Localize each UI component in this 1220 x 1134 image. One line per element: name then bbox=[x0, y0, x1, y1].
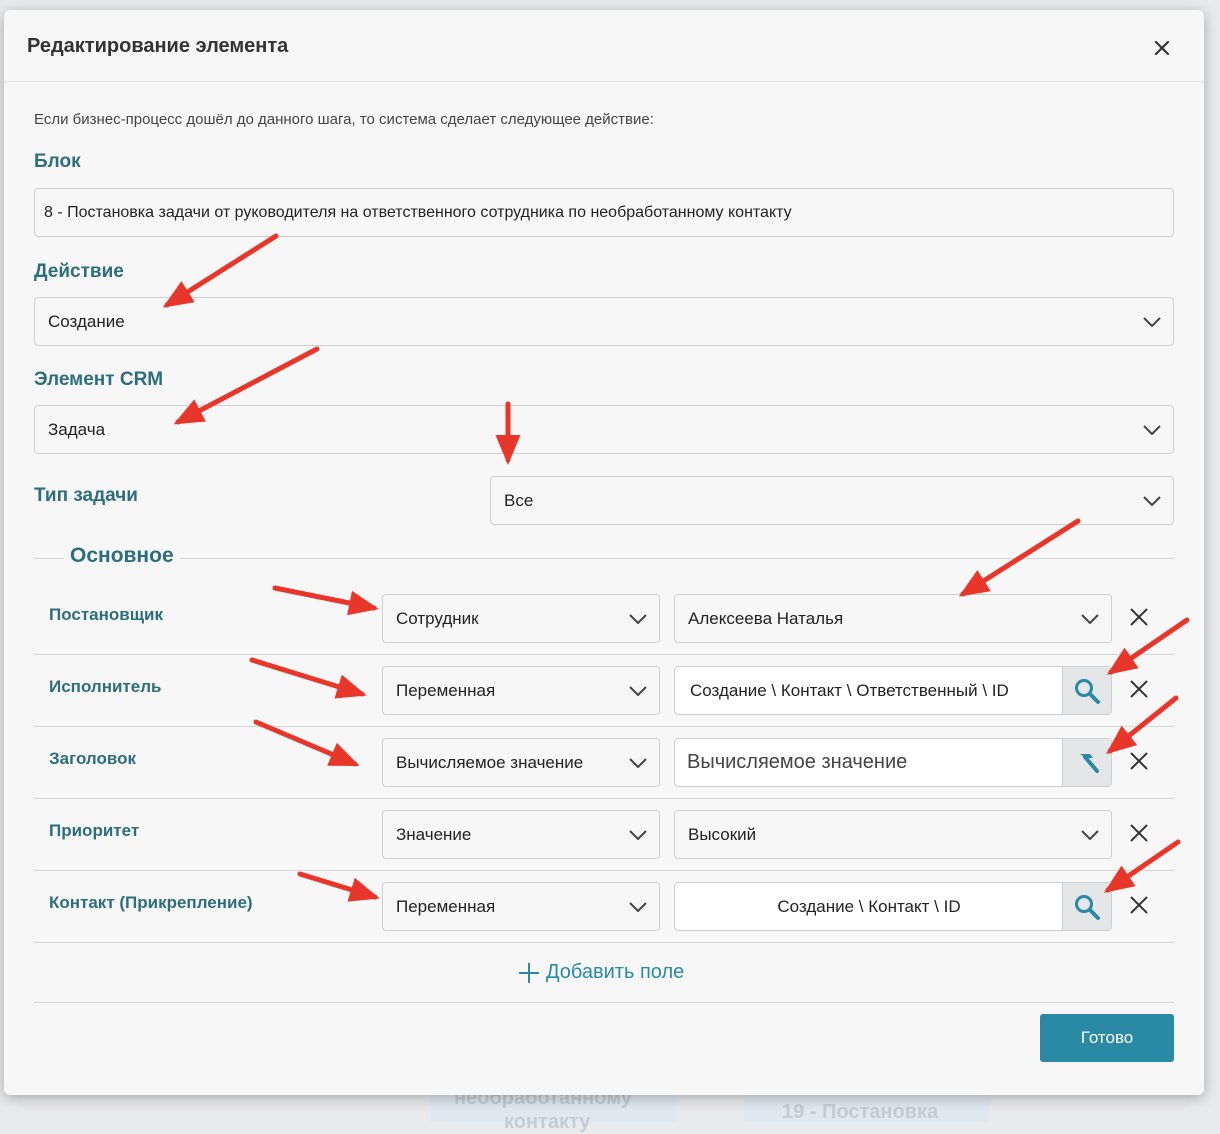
chevron-down-icon bbox=[629, 685, 647, 696]
title-type-select[interactable]: Вычисляемое значение bbox=[382, 738, 660, 787]
close-icon bbox=[1130, 608, 1148, 626]
task-type-value: Все bbox=[504, 490, 534, 510]
section-title: Основное bbox=[64, 544, 180, 568]
chevron-down-icon bbox=[629, 757, 647, 768]
assignee-search-button[interactable] bbox=[1062, 667, 1111, 714]
row-divider bbox=[34, 870, 1174, 871]
action-value: Создание bbox=[48, 311, 125, 331]
block-label: Блок bbox=[34, 151, 81, 172]
close-icon bbox=[1154, 40, 1170, 56]
delete-row-assignee-button[interactable] bbox=[1129, 679, 1149, 699]
add-field-label: Добавить поле bbox=[546, 961, 685, 983]
contact-value: Создание \ Контакт \ ID bbox=[777, 896, 961, 916]
row-label-assignee: Исполнитель bbox=[49, 677, 162, 696]
delete-row-creator-button[interactable] bbox=[1129, 607, 1149, 627]
title-formula-button[interactable] bbox=[1062, 739, 1111, 786]
dialog-header: Редактирование элемента bbox=[4, 10, 1204, 82]
chevron-down-icon bbox=[1143, 495, 1161, 506]
hammer-icon bbox=[1080, 753, 1099, 773]
title-value-field[interactable]: Вычисляемое значение bbox=[674, 738, 1112, 787]
row-divider bbox=[34, 942, 1174, 943]
delete-row-priority-button[interactable] bbox=[1129, 823, 1149, 843]
search-icon bbox=[1075, 894, 1100, 920]
creator-type-select[interactable]: Сотрудник bbox=[382, 594, 660, 643]
creator-type-value: Сотрудник bbox=[396, 608, 479, 628]
title-value: Вычисляемое значение bbox=[687, 751, 908, 773]
row-label-creator: Постановщик bbox=[49, 605, 164, 624]
assignee-type-select[interactable]: Переменная bbox=[382, 666, 660, 715]
dialog-title: Редактирование элемента bbox=[27, 35, 289, 57]
creator-value: Алексеева Наталья bbox=[688, 608, 844, 628]
done-button[interactable]: Готово bbox=[1040, 1014, 1174, 1062]
action-label: Действие bbox=[34, 261, 124, 282]
chevron-down-icon bbox=[1143, 316, 1161, 327]
edit-element-dialog: Редактирование элемента Если бизнес-проц… bbox=[4, 10, 1204, 1095]
priority-type-select[interactable]: Значение bbox=[382, 810, 660, 859]
chevron-down-icon bbox=[629, 901, 647, 912]
task-type-label: Тип задачи bbox=[34, 485, 138, 506]
chevron-down-icon bbox=[629, 829, 647, 840]
creator-value-select[interactable]: Алексеева Наталья bbox=[674, 594, 1112, 643]
search-icon bbox=[1075, 678, 1100, 704]
assignee-type-value: Переменная bbox=[396, 680, 496, 700]
assignee-value: Создание \ Контакт \ Ответственный \ ID bbox=[690, 680, 1009, 700]
close-icon bbox=[1130, 824, 1148, 842]
crm-element-value: Задача bbox=[48, 419, 106, 439]
background-card-2-line1: 19 - Постановка bbox=[782, 1101, 939, 1123]
chevron-down-icon bbox=[1143, 424, 1161, 435]
priority-value-select[interactable]: Высокий bbox=[674, 810, 1112, 859]
intro-text: Если бизнес-процесс дошёл до данного шаг… bbox=[34, 111, 654, 128]
close-icon bbox=[1130, 680, 1148, 698]
add-field-button[interactable]: Добавить поле bbox=[518, 961, 684, 984]
action-select[interactable]: Создание bbox=[34, 297, 1174, 346]
row-label-priority: Приоритет bbox=[49, 821, 140, 840]
row-divider bbox=[34, 726, 1174, 727]
contact-search-button[interactable] bbox=[1062, 883, 1111, 930]
delete-row-title-button[interactable] bbox=[1129, 751, 1149, 771]
assignee-value-field[interactable]: Создание \ Контакт \ Ответственный \ ID bbox=[674, 666, 1112, 715]
row-divider bbox=[34, 654, 1174, 655]
title-type-value: Вычисляемое значение bbox=[396, 752, 584, 772]
footer-divider bbox=[34, 1002, 1174, 1003]
contact-value-field[interactable]: Создание \ Контакт \ ID bbox=[674, 882, 1112, 931]
priority-type-value: Значение bbox=[396, 824, 472, 844]
plus-icon bbox=[519, 962, 539, 983]
crm-element-select[interactable]: Задача bbox=[34, 405, 1174, 454]
background-card-1-line2: контакту bbox=[504, 1111, 591, 1133]
chevron-down-icon bbox=[629, 613, 647, 624]
chevron-down-icon bbox=[1081, 613, 1099, 624]
row-divider bbox=[34, 798, 1174, 799]
delete-row-contact-button[interactable] bbox=[1129, 895, 1149, 915]
contact-type-select[interactable]: Переменная bbox=[382, 882, 660, 931]
block-field[interactable]: 8 - Постановка задачи от руководителя на… bbox=[34, 188, 1174, 237]
row-label-title: Заголовок bbox=[49, 749, 137, 768]
crm-element-label: Элемент CRM bbox=[34, 369, 164, 390]
task-type-select[interactable]: Все bbox=[490, 476, 1174, 525]
block-value: 8 - Постановка задачи от руководителя на… bbox=[44, 203, 792, 221]
priority-value: Высокий bbox=[688, 824, 757, 844]
section-divider bbox=[34, 558, 1174, 559]
close-button[interactable] bbox=[1150, 36, 1174, 60]
row-label-contact: Контакт (Прикрепление) bbox=[49, 893, 253, 912]
close-icon bbox=[1130, 896, 1148, 914]
contact-type-value: Переменная bbox=[396, 896, 496, 916]
close-icon bbox=[1130, 752, 1148, 770]
chevron-down-icon bbox=[1081, 829, 1099, 840]
